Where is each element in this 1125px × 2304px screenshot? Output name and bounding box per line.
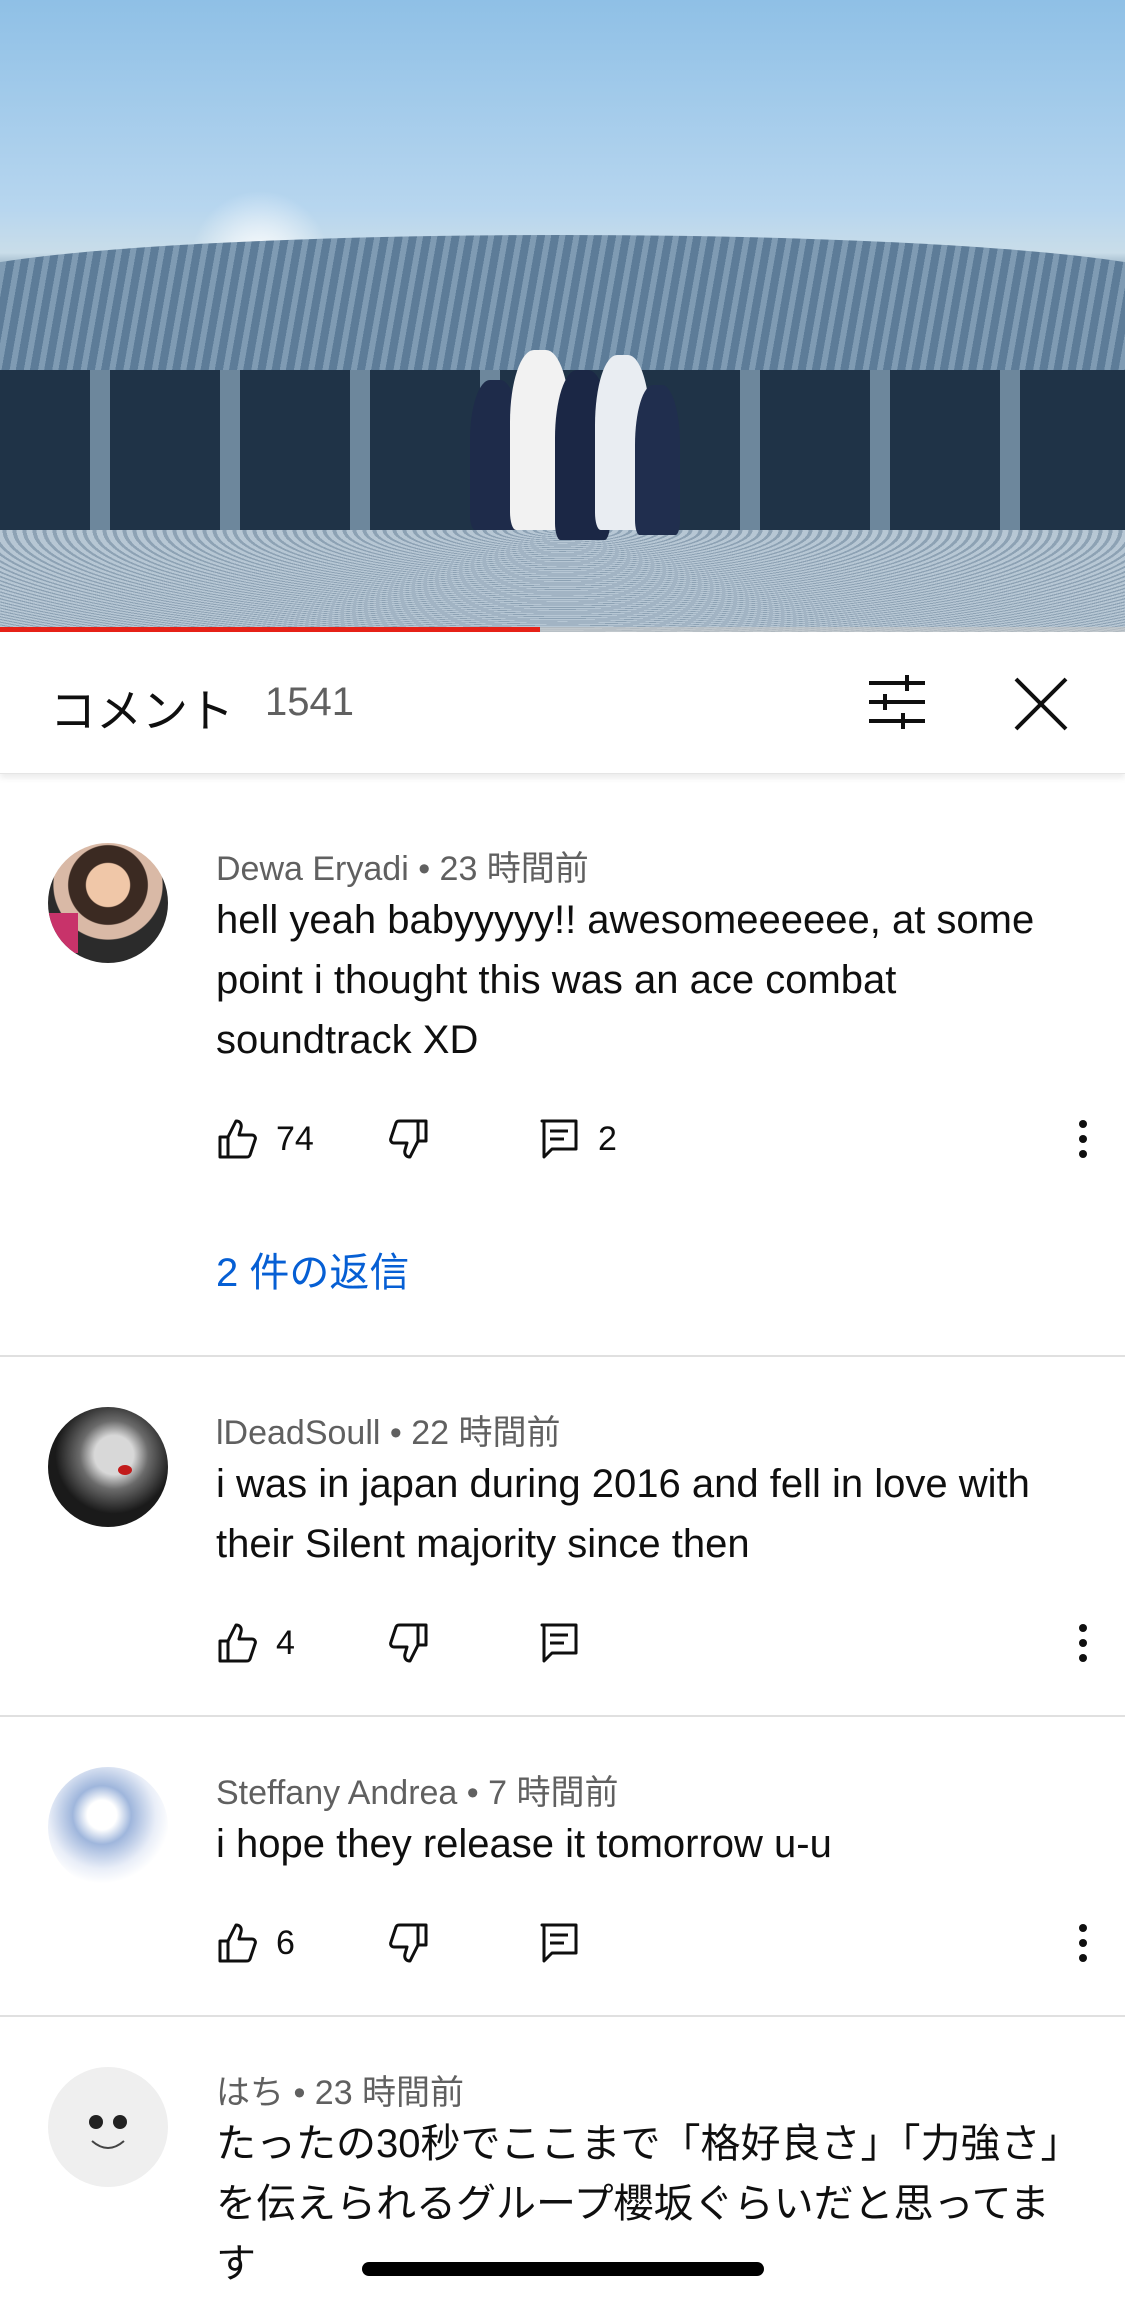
comment-time: 23 時間前 bbox=[439, 850, 589, 888]
reply-comment-icon bbox=[540, 1623, 578, 1663]
like-button[interactable]: 6 bbox=[216, 1913, 295, 1973]
smiley-face-icon bbox=[89, 2115, 127, 2149]
comment-meta: はち • 23 時間前 bbox=[216, 2065, 464, 2114]
avatar[interactable] bbox=[48, 1407, 168, 1527]
avatar[interactable] bbox=[48, 843, 168, 963]
thumbs-up-icon bbox=[218, 1623, 257, 1663]
reply-button[interactable] bbox=[538, 1613, 582, 1673]
thumbs-up-icon bbox=[218, 1923, 257, 1963]
video-dancers bbox=[450, 340, 690, 540]
reply-button[interactable] bbox=[538, 1913, 582, 1973]
comment-text: i was in japan during 2016 and fell in l… bbox=[216, 1462, 1030, 1566]
comments-title: コメント bbox=[50, 685, 234, 737]
video-progress-bar[interactable] bbox=[0, 627, 1125, 632]
comment-text: hell yeah babyyyyy!! awesomeeeeee, at so… bbox=[216, 898, 1035, 1062]
avatar-bg-detail bbox=[48, 913, 78, 953]
comment-author[interactable]: Steffany Andrea bbox=[216, 1774, 457, 1812]
dislike-button[interactable] bbox=[386, 1109, 430, 1169]
comment-time: 23 時間前 bbox=[314, 2074, 465, 2112]
meta-separator: • bbox=[408, 850, 440, 888]
reply-comment-icon bbox=[540, 1119, 578, 1159]
dislike-button[interactable] bbox=[386, 1613, 430, 1673]
comment-author[interactable]: lDeadSoull bbox=[216, 1414, 380, 1452]
more-vertical-icon[interactable] bbox=[1068, 1913, 1098, 1973]
comment-meta: lDeadSoull • 22 時間前 bbox=[216, 1405, 561, 1454]
comment-meta: Dewa Eryadi • 23 時間前 bbox=[216, 841, 589, 890]
filter-sliders-icon[interactable] bbox=[867, 675, 927, 729]
more-vertical-icon[interactable] bbox=[1068, 1109, 1098, 1169]
meta-separator: • bbox=[284, 2074, 315, 2112]
comment-time: 22 時間前 bbox=[411, 1414, 561, 1452]
home-indicator[interactable] bbox=[362, 2262, 764, 2276]
like-button[interactable]: 4 bbox=[216, 1613, 295, 1673]
comment-author[interactable]: はち bbox=[216, 2074, 284, 2112]
video-progress-fill bbox=[0, 627, 540, 632]
comment-meta: Steffany Andrea • 7 時間前 bbox=[216, 1765, 619, 1814]
meta-separator: • bbox=[380, 1414, 412, 1452]
close-icon[interactable] bbox=[1012, 675, 1070, 733]
thumbs-down-icon bbox=[389, 1119, 428, 1159]
like-count: 6 bbox=[276, 1923, 295, 1962]
comments-count: 1541 bbox=[265, 680, 354, 724]
dislike-button[interactable] bbox=[386, 1913, 430, 1973]
thumbs-down-icon bbox=[389, 1923, 428, 1963]
comment-item: Steffany Andrea • 7 時間前 i hope they rele… bbox=[0, 1717, 1125, 2017]
comment-item: Dewa Eryadi • 23 時間前 hell yeah babyyyyy!… bbox=[0, 793, 1125, 1357]
like-count: 4 bbox=[276, 1623, 295, 1662]
video-ground bbox=[0, 530, 1125, 632]
comment-item: lDeadSoull • 22 時間前 i was in japan durin… bbox=[0, 1357, 1125, 1717]
reply-count: 2 bbox=[598, 1119, 617, 1158]
avatar[interactable] bbox=[48, 1767, 168, 1887]
avatar[interactable] bbox=[48, 2067, 168, 2187]
comments-header: コメント 1541 bbox=[0, 633, 1125, 774]
more-vertical-icon[interactable] bbox=[1068, 1613, 1098, 1673]
comment-actions: 4 bbox=[216, 1613, 1096, 1673]
thumbs-down-icon bbox=[389, 1623, 428, 1663]
comment-actions: 6 bbox=[216, 1913, 1096, 1973]
view-replies-link[interactable]: 2 件の返信 bbox=[216, 1240, 409, 1298]
reply-comment-icon bbox=[540, 1923, 578, 1963]
like-count: 74 bbox=[276, 1119, 314, 1158]
comment-author[interactable]: Dewa Eryadi bbox=[216, 850, 409, 888]
meta-separator: • bbox=[457, 1774, 489, 1812]
thumbs-up-icon bbox=[218, 1119, 257, 1159]
comment-text: i hope they release it tomorrow u-u bbox=[216, 1822, 832, 1866]
comment-item: はち • 23 時間前 たったの30秒でここまで「格好良さ」「力強さ」を伝えられ… bbox=[0, 2017, 1125, 2304]
avatar-detail bbox=[118, 1465, 132, 1475]
like-button[interactable]: 74 bbox=[216, 1109, 314, 1169]
video-player[interactable] bbox=[0, 0, 1125, 632]
comment-time: 7 時間前 bbox=[488, 1774, 619, 1812]
reply-button[interactable]: 2 bbox=[538, 1109, 617, 1169]
comment-actions: 74 2 bbox=[216, 1109, 1096, 1169]
